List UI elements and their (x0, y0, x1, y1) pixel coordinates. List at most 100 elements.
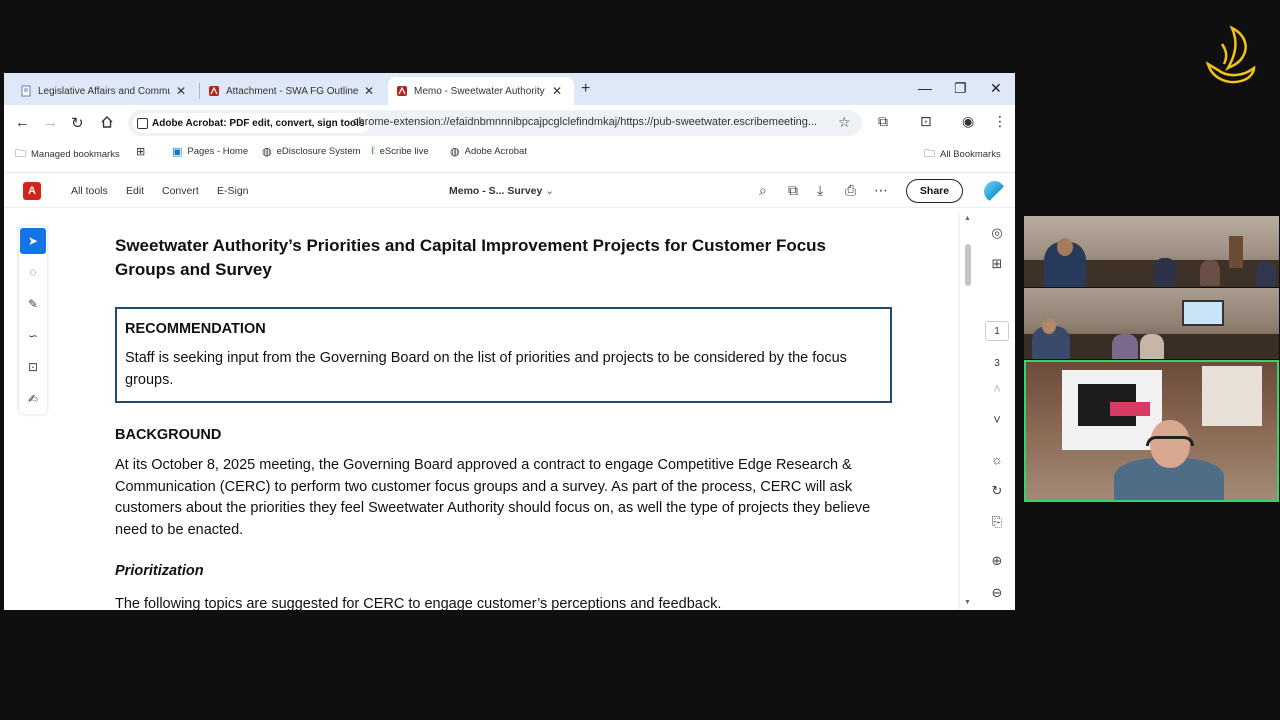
document-scrollbar[interactable]: ▲ ▼ (963, 213, 973, 610)
url-text[interactable]: chrome-extension://efaidnbmnnnibpcajpcgl… (353, 116, 817, 128)
menu-convert[interactable]: Convert (162, 185, 199, 197)
bookmark-pages-home[interactable]: ▣ Pages - Home (172, 145, 248, 158)
address-bar[interactable]: Adobe Acrobat: PDF edit, convert, sign t… (128, 110, 862, 136)
tab-attachment-outline[interactable]: Attachment - SWA FG Outline.p ✕ (200, 77, 386, 105)
minimize-button[interactable]: — (918, 80, 932, 96)
bookmark-label: Managed bookmarks (31, 149, 120, 160)
recommendation-box: RECOMMENDATION Staff is seeking input fr… (115, 307, 892, 403)
share-button[interactable]: Share (906, 179, 963, 203)
scroll-down-icon[interactable]: ▼ (964, 599, 971, 606)
participant-figure (1112, 334, 1138, 359)
close-icon[interactable]: ✕ (552, 84, 562, 98)
tab-label: Legislative Affairs and Commun (38, 85, 170, 97)
print-icon[interactable]: ⎙ (845, 182, 856, 199)
document-viewport[interactable]: Sweetwater Authority’s Priorities and Ca… (62, 213, 960, 610)
brightness-icon[interactable]: ☼ (985, 447, 1009, 471)
scroll-up-icon[interactable]: ▲ (964, 215, 971, 222)
text-box-icon[interactable]: ⊡ (20, 354, 46, 380)
download-icon[interactable]: ⤓ (817, 182, 823, 199)
site-info-chip[interactable]: Adobe Acrobat: PDF edit, convert, sign t… (133, 113, 371, 133)
video-tile-boardroom-2[interactable] (1024, 288, 1279, 359)
wall-screen (1182, 300, 1224, 326)
menu-edit[interactable]: Edit (126, 185, 144, 197)
wall-poster-graphic (1110, 402, 1150, 416)
tab-memo[interactable]: Memo - Sweetwater Authority ✕ (388, 77, 574, 105)
bookmark-edisclosure[interactable]: ◍ eDisclosure System (262, 145, 361, 158)
acrobat-toolbar: A All tools Edit Convert E-Sign Memo - S… (4, 172, 1015, 208)
profile-icon[interactable]: ◉ (962, 113, 974, 130)
menu-all-tools[interactable]: All tools (71, 185, 108, 197)
bookmark-adobe[interactable]: ◍ Adobe Acrobat (450, 145, 527, 158)
tab-label: Attachment - SWA FG Outline.p (226, 85, 358, 97)
pdf-icon (397, 86, 407, 96)
new-tab-button[interactable]: + (581, 80, 590, 98)
pdf-icon (209, 86, 219, 96)
forward-icon[interactable]: → (43, 114, 58, 131)
browser-toolbar: ← → ↻ Adobe Acrobat: PDF edit, convert, … (4, 105, 1015, 141)
scroll-thumb[interactable] (965, 244, 971, 286)
screen: Legislative Affairs and Commun ✕ Attachm… (0, 0, 1280, 720)
back-icon[interactable]: ← (15, 114, 30, 131)
video-tile-boardroom-1[interactable] (1024, 216, 1279, 287)
browser-window: Legislative Affairs and Commun ✕ Attachm… (4, 73, 1015, 610)
acrobat-logo-icon[interactable]: A (23, 182, 41, 200)
page-number-total: 3 (994, 357, 1000, 369)
pdf-page: Sweetwater Authority’s Priorities and Ca… (62, 213, 958, 610)
thumbnails-grid-icon[interactable]: ⊞ (985, 252, 1009, 276)
participant-figure (1140, 334, 1164, 359)
extensions-icon[interactable]: ⧉ (878, 113, 888, 130)
folder-icon: 🗀 (15, 148, 26, 160)
refresh-icon[interactable]: ↻ (985, 479, 1009, 503)
highlight-pen-icon[interactable]: ✎ (20, 291, 46, 317)
page-thumbnails-icon[interactable]: ⧉ (788, 182, 798, 199)
menu-kebab-icon[interactable]: ⋮ (993, 113, 1007, 130)
user-avatar[interactable] (984, 181, 1005, 202)
save-file-icon[interactable]: ⎘ (985, 510, 1009, 534)
sharepoint-icon: ▣ (172, 146, 183, 158)
recommendation-heading: RECOMMENDATION (125, 321, 266, 337)
home-icon[interactable] (100, 115, 114, 129)
close-icon[interactable]: ✕ (176, 84, 186, 98)
prioritization-text: The following topics are suggested for C… (115, 596, 722, 610)
fill-sign-icon[interactable]: ✍ (20, 386, 46, 412)
reload-icon[interactable]: ↻ (71, 114, 84, 132)
menu-esign[interactable]: E-Sign (217, 185, 249, 197)
bookmark-escribe[interactable]: ℓ eScribe live (371, 145, 429, 157)
ai-assistant-icon[interactable]: ◎ (985, 221, 1009, 245)
bookmark-label: eDisclosure System (276, 146, 361, 157)
select-tool-icon[interactable]: ➤ (20, 228, 46, 254)
close-window-button[interactable]: ✕ (990, 80, 1002, 97)
apps-grid-icon[interactable]: ⊞ (136, 145, 150, 158)
recommendation-text: Staff is seeking input from the Governin… (125, 350, 847, 388)
more-options-icon[interactable]: ⋯ (874, 182, 888, 199)
all-bookmarks[interactable]: 🗀 All Bookmarks (924, 145, 1001, 164)
participant-figure (1154, 258, 1176, 286)
restore-button[interactable]: ❐ (954, 80, 967, 97)
zoom-out-icon[interactable]: ⊖ (985, 581, 1009, 605)
bookmarks-bar: 🗀 Managed bookmarks ⊞ ▣ Pages - Home ◍ e… (4, 141, 1015, 163)
cast-search-icon[interactable]: ⊡ (920, 113, 932, 130)
document-title-dropdown[interactable]: Memo - S... Survey ⌄ (449, 185, 554, 197)
document-icon (21, 85, 31, 97)
bookmark-star-icon[interactable]: ☆ (838, 114, 851, 131)
zoom-in-icon[interactable]: ⊕ (985, 549, 1009, 573)
tab-legislative-affairs[interactable]: Legislative Affairs and Commun ✕ (12, 77, 198, 105)
globe-icon: ◍ (262, 146, 272, 158)
tab-strip: Legislative Affairs and Commun ✕ Attachm… (4, 73, 1015, 105)
video-tile-active-speaker[interactable] (1024, 360, 1279, 502)
draw-freehand-icon[interactable]: ∽ (20, 323, 46, 349)
chevron-down-icon[interactable]: ˅ (985, 407, 1009, 431)
close-icon[interactable]: ✕ (364, 84, 374, 98)
bookmark-managed[interactable]: 🗀 Managed bookmarks (15, 145, 120, 164)
search-icon[interactable]: ⌕ (759, 182, 767, 199)
chevron-up-icon[interactable]: ˄ (985, 376, 1009, 400)
door (1229, 236, 1243, 268)
background-text: At its October 8, 2025 meeting, the Gove… (115, 457, 871, 538)
bookmark-label: Adobe Acrobat (464, 146, 527, 157)
comment-tool-icon[interactable]: ◌ (20, 259, 46, 285)
bookmark-label: eScribe live (379, 145, 429, 157)
page-number-current[interactable]: 1 (985, 321, 1009, 341)
prioritization-heading: Prioritization (115, 563, 204, 579)
tab-label: Memo - Sweetwater Authority (414, 85, 545, 97)
participant-figure (1200, 260, 1220, 286)
